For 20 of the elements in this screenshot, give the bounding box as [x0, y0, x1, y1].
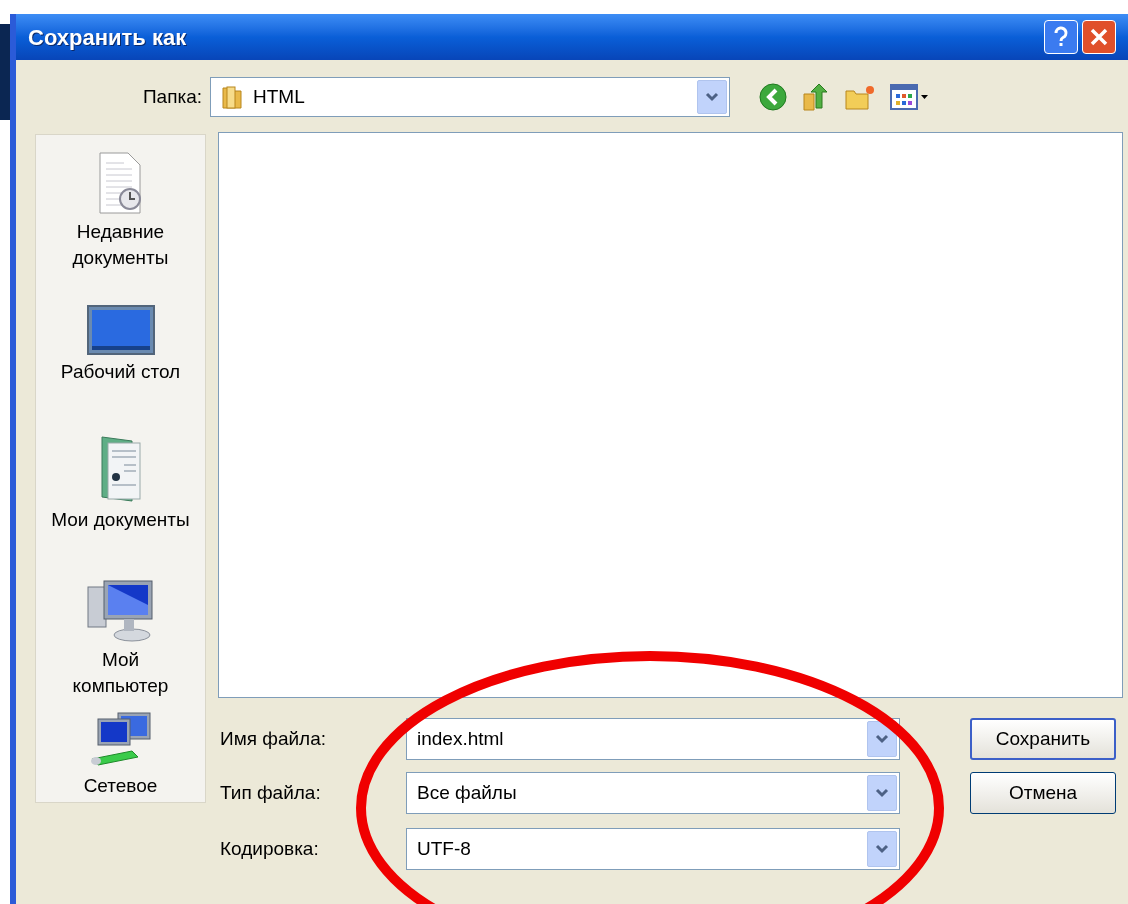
- field-label: Кодировка:: [219, 836, 320, 861]
- dropdown-field[interactable]: UTF-8: [406, 828, 900, 870]
- place-label[interactable]: Сетевое: [83, 773, 158, 799]
- place-label[interactable]: Мой компьютер: [72, 647, 169, 699]
- folder-value: HTML: [253, 84, 305, 109]
- file-name-field[interactable]: index.html: [406, 718, 900, 760]
- field-label: Тип файла:: [219, 780, 322, 805]
- folder-label: Папка:: [141, 84, 203, 109]
- window-title: Сохранить как: [28, 23, 187, 52]
- save-button[interactable]: Сохранить: [970, 718, 1116, 760]
- folder-dropdown[interactable]: HTML: [210, 77, 730, 117]
- cancel-button[interactable]: Отмена: [970, 772, 1116, 814]
- field-label: Имя файла:: [219, 726, 328, 751]
- dropdown-field[interactable]: Все файлы: [406, 772, 900, 814]
- place-label[interactable]: Рабочий стол: [60, 359, 181, 385]
- field-value: Все файлы: [417, 780, 517, 805]
- field-value: index.html: [417, 726, 504, 751]
- place-label[interactable]: Недавние документы: [72, 219, 169, 271]
- place-label[interactable]: Мои документы: [51, 507, 190, 533]
- field-value: UTF-8: [417, 836, 471, 861]
